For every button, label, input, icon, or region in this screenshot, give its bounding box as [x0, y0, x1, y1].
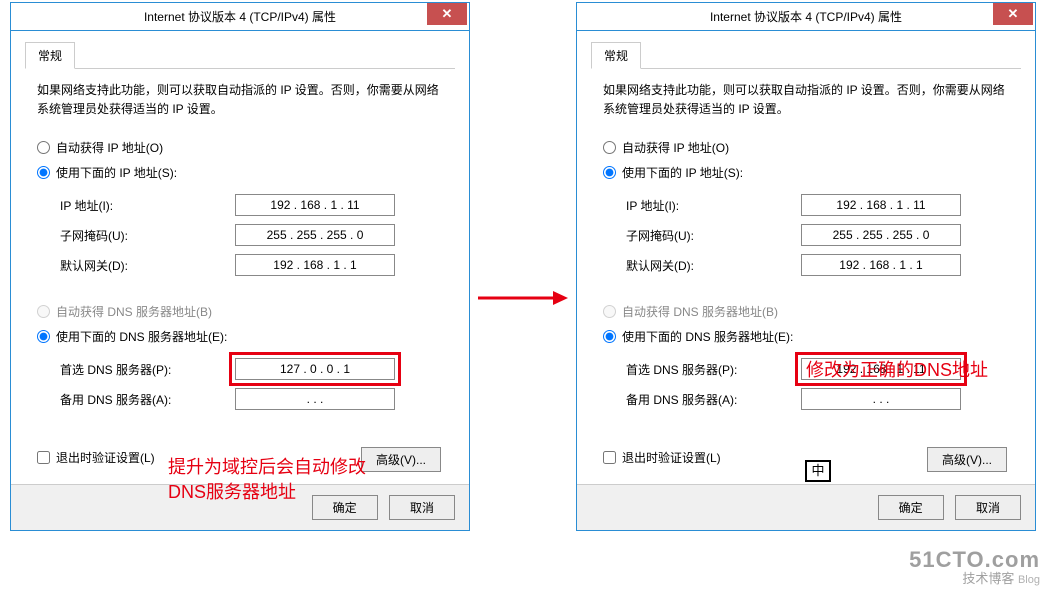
radio-auto-dns-input — [603, 305, 616, 318]
description-text: 如果网络支持此功能，则可以获取自动指派的 IP 设置。否则，你需要从网络系统管理… — [37, 81, 443, 119]
radio-auto-dns: 自动获得 DNS 服务器地址(B) — [603, 301, 1009, 322]
dns-field-group: 首选 DNS 服务器(P): 127 . 0 . 0 . 1 备用 DNS 服务… — [33, 351, 447, 425]
dns-primary-label: 首选 DNS 服务器(P): — [60, 361, 235, 378]
radio-auto-dns-input — [37, 305, 50, 318]
radio-use-ip-input[interactable] — [603, 166, 616, 179]
radio-auto-ip[interactable]: 自动获得 IP 地址(O) — [37, 137, 443, 158]
validate-on-exit-label: 退出时验证设置(L) — [622, 449, 721, 466]
ip-address-label: IP 地址(I): — [626, 197, 801, 214]
radio-use-dns-label: 使用下面的 DNS 服务器地址(E): — [622, 328, 793, 345]
radio-use-dns[interactable]: 使用下面的 DNS 服务器地址(E): — [37, 326, 443, 347]
dns-primary-label: 首选 DNS 服务器(P): — [626, 361, 801, 378]
titlebar[interactable]: Internet 协议版本 4 (TCP/IPv4) 属性 ✕ — [577, 3, 1035, 31]
dialog-body: 常规 如果网络支持此功能，则可以获取自动指派的 IP 设置。否则，你需要从网络系… — [11, 31, 469, 484]
dns-secondary-label: 备用 DNS 服务器(A): — [60, 391, 235, 408]
validate-on-exit-label: 退出时验证设置(L) — [56, 449, 155, 466]
radio-use-ip-label: 使用下面的 IP 地址(S): — [56, 164, 177, 181]
dns-secondary-row: 备用 DNS 服务器(A): . . . — [626, 386, 1008, 412]
ok-button[interactable]: 确定 — [312, 495, 378, 520]
validate-on-exit-checkbox[interactable] — [37, 451, 50, 464]
radio-auto-dns: 自动获得 DNS 服务器地址(B) — [37, 301, 443, 322]
dns-secondary-label: 备用 DNS 服务器(A): — [626, 391, 801, 408]
dialog-body: 常规 如果网络支持此功能，则可以获取自动指派的 IP 设置。否则，你需要从网络系… — [577, 31, 1035, 484]
subnet-mask-label: 子网掩码(U): — [60, 227, 235, 244]
bottom-row: 退出时验证设置(L) 高级(V)... — [25, 435, 455, 474]
ipv4-dialog-before: Internet 协议版本 4 (TCP/IPv4) 属性 ✕ 常规 如果网络支… — [10, 2, 470, 531]
gateway-label: 默认网关(D): — [626, 257, 801, 274]
radio-auto-ip-label: 自动获得 IP 地址(O) — [56, 139, 163, 156]
radio-auto-ip-input[interactable] — [37, 141, 50, 154]
tab-strip: 常规 — [591, 41, 1021, 69]
validate-on-exit[interactable]: 退出时验证设置(L) — [37, 449, 155, 466]
validate-on-exit-checkbox[interactable] — [603, 451, 616, 464]
ok-button[interactable]: 确定 — [878, 495, 944, 520]
window-title: Internet 协议版本 4 (TCP/IPv4) 属性 — [577, 8, 1035, 25]
tab-strip: 常规 — [25, 41, 455, 69]
gateway-label: 默认网关(D): — [60, 257, 235, 274]
ip-address-row: IP 地址(I): 192 . 168 . 1 . 11 — [626, 192, 1008, 218]
titlebar[interactable]: Internet 协议版本 4 (TCP/IPv4) 属性 ✕ — [11, 3, 469, 31]
dns-primary-input[interactable]: 127 . 0 . 0 . 1 — [235, 358, 395, 380]
radio-use-dns-label: 使用下面的 DNS 服务器地址(E): — [56, 328, 227, 345]
dns-secondary-input[interactable]: . . . — [801, 388, 961, 410]
radio-use-ip[interactable]: 使用下面的 IP 地址(S): — [37, 162, 443, 183]
radio-use-ip[interactable]: 使用下面的 IP 地址(S): — [603, 162, 1009, 183]
ime-indicator[interactable]: 中 — [805, 460, 831, 482]
radio-auto-ip[interactable]: 自动获得 IP 地址(O) — [603, 137, 1009, 158]
advanced-button[interactable]: 高级(V)... — [927, 447, 1007, 472]
subnet-mask-row: 子网掩码(U): 255 . 255 . 255 . 0 — [60, 222, 442, 248]
description-text: 如果网络支持此功能，则可以获取自动指派的 IP 设置。否则，你需要从网络系统管理… — [603, 81, 1009, 119]
radio-use-dns[interactable]: 使用下面的 DNS 服务器地址(E): — [603, 326, 1009, 347]
radio-auto-dns-label: 自动获得 DNS 服务器地址(B) — [622, 303, 778, 320]
close-button[interactable]: ✕ — [993, 3, 1033, 25]
subnet-mask-input[interactable]: 255 . 255 . 255 . 0 — [235, 224, 395, 246]
dialog-footer: 确定 取消 — [577, 484, 1035, 530]
gateway-input[interactable]: 192 . 168 . 1 . 1 — [235, 254, 395, 276]
advanced-button[interactable]: 高级(V)... — [361, 447, 441, 472]
ip-address-input[interactable]: 192 . 168 . 1 . 11 — [235, 194, 395, 216]
subnet-mask-label: 子网掩码(U): — [626, 227, 801, 244]
dns-primary-row: 首选 DNS 服务器(P): 127 . 0 . 0 . 1 — [60, 356, 442, 382]
ip-address-label: IP 地址(I): — [60, 197, 235, 214]
ipv4-dialog-after: Internet 协议版本 4 (TCP/IPv4) 属性 ✕ 常规 如果网络支… — [576, 2, 1036, 531]
cancel-button[interactable]: 取消 — [389, 495, 455, 520]
dns-primary-row: 首选 DNS 服务器(P): 192 . 168 . 1 . 11 — [626, 356, 1008, 382]
subnet-mask-row: 子网掩码(U): 255 . 255 . 255 . 0 — [626, 222, 1008, 248]
radio-auto-ip-input[interactable] — [603, 141, 616, 154]
dns-secondary-row: 备用 DNS 服务器(A): . . . — [60, 386, 442, 412]
dns-field-group: 首选 DNS 服务器(P): 192 . 168 . 1 . 11 备用 DNS… — [599, 351, 1013, 425]
cancel-button[interactable]: 取消 — [955, 495, 1021, 520]
radio-use-ip-input[interactable] — [37, 166, 50, 179]
subnet-mask-input[interactable]: 255 . 255 . 255 . 0 — [801, 224, 961, 246]
watermark-line1: 51CTO.com — [909, 548, 1040, 572]
window-title: Internet 协议版本 4 (TCP/IPv4) 属性 — [11, 8, 469, 25]
arrow-icon — [478, 288, 568, 308]
radio-use-ip-label: 使用下面的 IP 地址(S): — [622, 164, 743, 181]
ip-address-row: IP 地址(I): 192 . 168 . 1 . 11 — [60, 192, 442, 218]
radio-auto-ip-label: 自动获得 IP 地址(O) — [622, 139, 729, 156]
watermark-line2: 技术博客 Blog — [909, 572, 1040, 586]
gateway-row: 默认网关(D): 192 . 168 . 1 . 1 — [626, 252, 1008, 278]
validate-on-exit[interactable]: 退出时验证设置(L) — [603, 449, 721, 466]
radio-use-dns-input[interactable] — [37, 330, 50, 343]
radio-auto-dns-label: 自动获得 DNS 服务器地址(B) — [56, 303, 212, 320]
ip-field-group: IP 地址(I): 192 . 168 . 1 . 11 子网掩码(U): 25… — [33, 187, 447, 291]
gateway-input[interactable]: 192 . 168 . 1 . 1 — [801, 254, 961, 276]
dns-primary-input[interactable]: 192 . 168 . 1 . 11 — [801, 358, 961, 380]
dialog-footer: 确定 取消 — [11, 484, 469, 530]
ip-field-group: IP 地址(I): 192 . 168 . 1 . 11 子网掩码(U): 25… — [599, 187, 1013, 291]
radio-use-dns-input[interactable] — [603, 330, 616, 343]
gateway-row: 默认网关(D): 192 . 168 . 1 . 1 — [60, 252, 442, 278]
tab-general[interactable]: 常规 — [25, 42, 75, 69]
ip-address-input[interactable]: 192 . 168 . 1 . 11 — [801, 194, 961, 216]
watermark: 51CTO.com 技术博客 Blog — [909, 548, 1040, 586]
close-button[interactable]: ✕ — [427, 3, 467, 25]
tab-general[interactable]: 常规 — [591, 42, 641, 69]
dns-secondary-input[interactable]: . . . — [235, 388, 395, 410]
